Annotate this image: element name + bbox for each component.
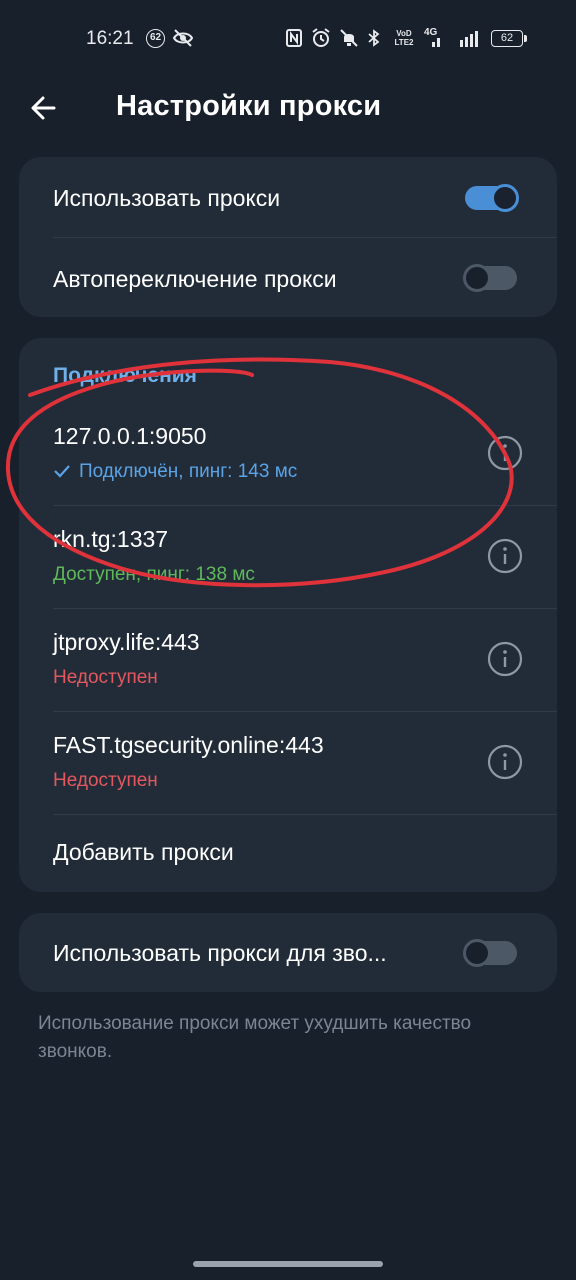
auto-switch-row[interactable]: Автопереключение прокси (19, 238, 557, 317)
status-bar: 16:21 62 VoD LTE2 4G 62 (0, 0, 576, 78)
proxy-toggles-card: Использовать прокси Автопереключение про… (19, 157, 557, 317)
add-proxy-label: Добавить прокси (53, 839, 234, 865)
proxy-address: jtproxy.life:443 (53, 629, 200, 655)
proxy-status: Подключён, пинг: 143 мс (53, 461, 297, 483)
calls-proxy-card: Использовать прокси для зво... (19, 913, 557, 992)
use-proxy-row[interactable]: Использовать прокси (19, 157, 557, 237)
home-indicator[interactable] (193, 1261, 383, 1267)
calls-proxy-note: Использование прокси может ухудшить каче… (38, 1013, 472, 1062)
calls-proxy-label: Использовать прокси для зво... (53, 940, 387, 966)
use-proxy-label: Использовать прокси (53, 185, 281, 211)
app-header: Настройки прокси (0, 78, 576, 138)
toggle-knob (463, 939, 491, 967)
alarm-icon (312, 28, 330, 47)
proxy-address: FAST.tgsecurity.online:443 (53, 732, 324, 758)
signal-icon (432, 31, 478, 47)
arrow-left-icon[interactable] (24, 88, 64, 128)
proxy-settings-screen: 16:21 62 VoD LTE2 4G 62 Настройки прокси… (0, 0, 576, 1280)
eye-off-icon (172, 29, 194, 47)
info-icon[interactable] (487, 538, 523, 574)
checkmark-icon (54, 465, 70, 478)
connections-section-title: Подключения (53, 364, 197, 387)
auto-switch-label: Автопереключение прокси (53, 266, 337, 292)
toggle-knob (491, 184, 519, 212)
page-title: Настройки прокси (116, 90, 382, 122)
calls-proxy-toggle[interactable] (463, 939, 517, 967)
bluetooth-icon (368, 29, 380, 47)
auto-switch-toggle[interactable] (463, 264, 517, 292)
proxy-address: 127.0.0.1:9050 (53, 423, 207, 449)
nfc-icon (286, 29, 302, 47)
notification-count-badge: 62 (146, 29, 165, 48)
mute-icon (340, 29, 358, 47)
info-icon[interactable] (487, 641, 523, 677)
status-time: 16:21 (86, 28, 134, 49)
connections-card: Подключения 127.0.0.1:9050 Подключён, пи… (19, 338, 557, 892)
calls-proxy-row[interactable]: Использовать прокси для зво... (19, 913, 557, 992)
proxy-address: rkn.tg:1337 (53, 526, 169, 552)
proxy-item[interactable]: jtproxy.life:443 Недоступен (19, 609, 557, 711)
use-proxy-toggle[interactable] (465, 184, 519, 212)
battery-icon: 62 (491, 30, 527, 47)
add-proxy-button[interactable]: Добавить прокси (19, 815, 557, 892)
proxy-status-text: Подключён, пинг: 143 мс (79, 461, 298, 482)
volte-label: VoD LTE2 (394, 29, 414, 47)
info-icon[interactable] (487, 744, 523, 780)
toggle-knob (463, 264, 491, 292)
info-icon[interactable] (487, 435, 523, 471)
proxy-item[interactable]: 127.0.0.1:9050 Подключён, пинг: 143 мс (19, 403, 557, 505)
proxy-status: Недоступен (53, 770, 158, 791)
proxy-item[interactable]: rkn.tg:1337 Доступен, пинг: 138 мс (19, 506, 557, 608)
proxy-status: Доступен, пинг: 138 мс (53, 564, 255, 585)
proxy-status: Недоступен (53, 667, 158, 688)
proxy-item[interactable]: FAST.tgsecurity.online:443 Недоступен (19, 712, 557, 814)
